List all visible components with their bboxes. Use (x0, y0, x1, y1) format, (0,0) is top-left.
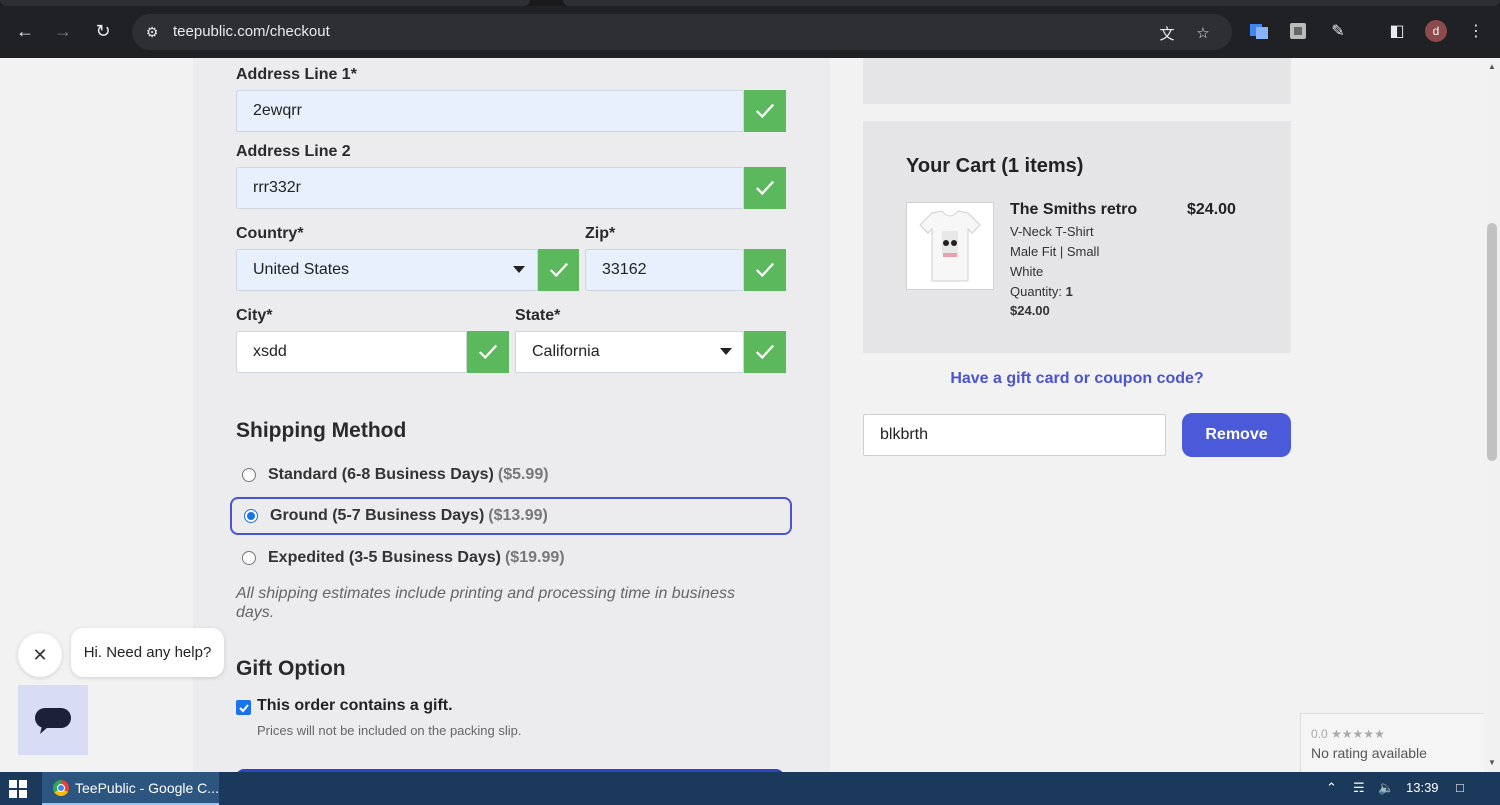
chevron-down-icon[interactable] (513, 266, 525, 273)
rating-score: 0.0 (1311, 727, 1328, 741)
zip-input[interactable]: 33162 (585, 249, 744, 291)
address-line1-input[interactable]: 2ewqrr (236, 90, 744, 132)
tab-strip (0, 0, 1500, 6)
cart-item-total: $24.00 (1010, 303, 1050, 318)
coupon-input[interactable]: blkbrth (863, 414, 1166, 456)
browser-tab[interactable] (563, 0, 1500, 6)
shipping-option-label: Expedited (3-5 Business Days) (268, 549, 501, 566)
quantity-value: 1 (1065, 284, 1073, 299)
chrome-icon (53, 779, 69, 796)
scroll-up-icon[interactable]: ▲ (1488, 62, 1496, 71)
shipping-option-price: ($19.99) (504, 549, 565, 566)
scroll-down-icon[interactable]: ▼ (1488, 758, 1496, 767)
shipping-option-label: Standard (6-8 Business Days) (268, 466, 494, 483)
scrollbar-thumb[interactable] (1487, 223, 1497, 461)
profile-avatar[interactable]: d (1425, 20, 1447, 42)
summary-box (863, 58, 1291, 104)
close-icon[interactable]: ✕ (18, 633, 62, 677)
menu-kebab-icon[interactable]: ⋮ (1465, 20, 1487, 42)
cart-title: Your Cart (1 items) (906, 155, 1084, 177)
city-label: City* (236, 307, 273, 324)
zip-label: Zip* (585, 225, 616, 242)
shipping-note: All shipping estimates include printing … (236, 585, 735, 621)
volume-icon[interactable]: 🔈 (1378, 780, 1394, 796)
cart-summary: Your Cart (1 items) The Smiths retro $24… (863, 121, 1291, 353)
browser-toolbar: ← → ↻ ⚙ teepublic.com/checkout 文 ☆ ✎ ◧ d… (0, 0, 1500, 58)
windows-taskbar: TeePublic - Google C... ⌃ ☴ 🔈 13:39 □ (0, 772, 1500, 805)
chat-icon (35, 708, 71, 734)
network-icon[interactable]: ☴ (1353, 780, 1365, 796)
url-text[interactable]: teepublic.com/checkout (173, 23, 330, 40)
radio-button[interactable] (242, 551, 256, 565)
taskbar-chrome-app[interactable]: TeePublic - Google C... (42, 772, 219, 805)
country-label: Country* (236, 225, 304, 242)
page-scrollbar[interactable]: ▲ ▼ (1484, 58, 1500, 772)
shipping-method-title: Shipping Method (236, 419, 407, 442)
chat-greeting-bubble[interactable]: Hi. Need any help? (71, 628, 224, 677)
tray-chevron-up-icon[interactable]: ⌃ (1326, 780, 1337, 796)
radio-button[interactable] (242, 468, 256, 482)
country-select[interactable]: United States (236, 249, 538, 291)
back-icon[interactable]: ← (12, 18, 38, 44)
valid-check-icon (744, 331, 786, 373)
gift-option-title: Gift Option (236, 657, 346, 680)
valid-check-icon (744, 90, 786, 132)
shipping-option-label: Ground (5-7 Business Days) (270, 507, 485, 524)
product-thumbnail[interactable] (906, 202, 994, 290)
extension-icon[interactable] (1287, 20, 1309, 42)
cart-item-name[interactable]: The Smiths retro (1010, 201, 1137, 219)
chevron-down-icon[interactable] (720, 348, 732, 355)
rating-widget[interactable]: 0.0 ★★★★★ No rating available (1300, 713, 1484, 772)
extensions-puzzle-icon[interactable]: ✎ (1327, 20, 1349, 42)
page-viewport: Address Line 1* 2ewqrr Address Line 2 rr… (0, 58, 1484, 772)
reload-icon[interactable]: ↻ (90, 18, 116, 44)
windows-start-icon[interactable] (8, 779, 30, 799)
clock[interactable]: 13:39 (1406, 780, 1439, 795)
shipping-option-expedited[interactable]: Expedited (3-5 Business Days) ($19.99) (230, 539, 792, 577)
gift-checkbox-label[interactable]: This order contains a gift. (257, 697, 453, 715)
shipping-option-standard[interactable]: Standard (6-8 Business Days) ($5.99) (230, 456, 792, 494)
star-icons: ★★★★★ (1331, 727, 1385, 741)
cart-item-color: White (1010, 264, 1044, 279)
quantity-label: Quantity: (1010, 284, 1063, 299)
site-info-icon[interactable]: ⚙ (142, 22, 162, 42)
cart-item-style: V-Neck T-Shirt (1010, 224, 1094, 239)
cart-item-price: $24.00 (1187, 201, 1236, 218)
rating-text: No rating available (1311, 745, 1427, 761)
cart-item-fit: Male Fit | Small (1010, 244, 1100, 259)
chat-launcher-button[interactable] (18, 685, 88, 755)
gift-checkbox[interactable] (236, 700, 251, 715)
browser-tab[interactable] (0, 0, 530, 6)
cart-item-quantity: Quantity: 1 (1010, 284, 1073, 299)
address-line2-label: Address Line 2 (236, 143, 351, 160)
shipping-option-ground[interactable]: Ground (5-7 Business Days) ($13.99) (230, 497, 792, 535)
radio-button[interactable] (244, 509, 258, 523)
notifications-icon[interactable]: □ (1456, 780, 1464, 795)
coupon-link[interactable]: Have a gift card or coupon code? (863, 370, 1291, 388)
valid-check-icon (467, 331, 509, 373)
side-panel-icon[interactable]: ◧ (1386, 20, 1408, 42)
gift-note: Prices will not be included on the packi… (257, 723, 522, 738)
address-line2-input[interactable]: rrr332r (236, 167, 744, 209)
address-bar[interactable]: ⚙ teepublic.com/checkout 文 ☆ (132, 14, 1232, 50)
rating-stars: 0.0 ★★★★★ (1311, 727, 1385, 741)
city-input[interactable]: xsdd (236, 331, 467, 373)
shipping-option-price: ($13.99) (488, 507, 548, 524)
bookmark-star-icon[interactable]: ☆ (1192, 22, 1214, 44)
state-label: State* (515, 307, 561, 324)
address-line1-label: Address Line 1* (236, 66, 357, 83)
remove-coupon-button[interactable]: Remove (1182, 413, 1291, 457)
taskbar-app-title: TeePublic - Google C... (75, 779, 219, 796)
translate-icon[interactable]: 文 (1156, 22, 1178, 44)
valid-check-icon (744, 249, 786, 291)
shipping-option-price: ($5.99) (497, 466, 549, 483)
state-select[interactable]: California (515, 331, 744, 373)
valid-check-icon (744, 167, 786, 209)
forward-icon[interactable]: → (50, 18, 76, 44)
valid-check-icon (538, 249, 579, 291)
google-translate-extension-icon[interactable] (1248, 20, 1270, 42)
